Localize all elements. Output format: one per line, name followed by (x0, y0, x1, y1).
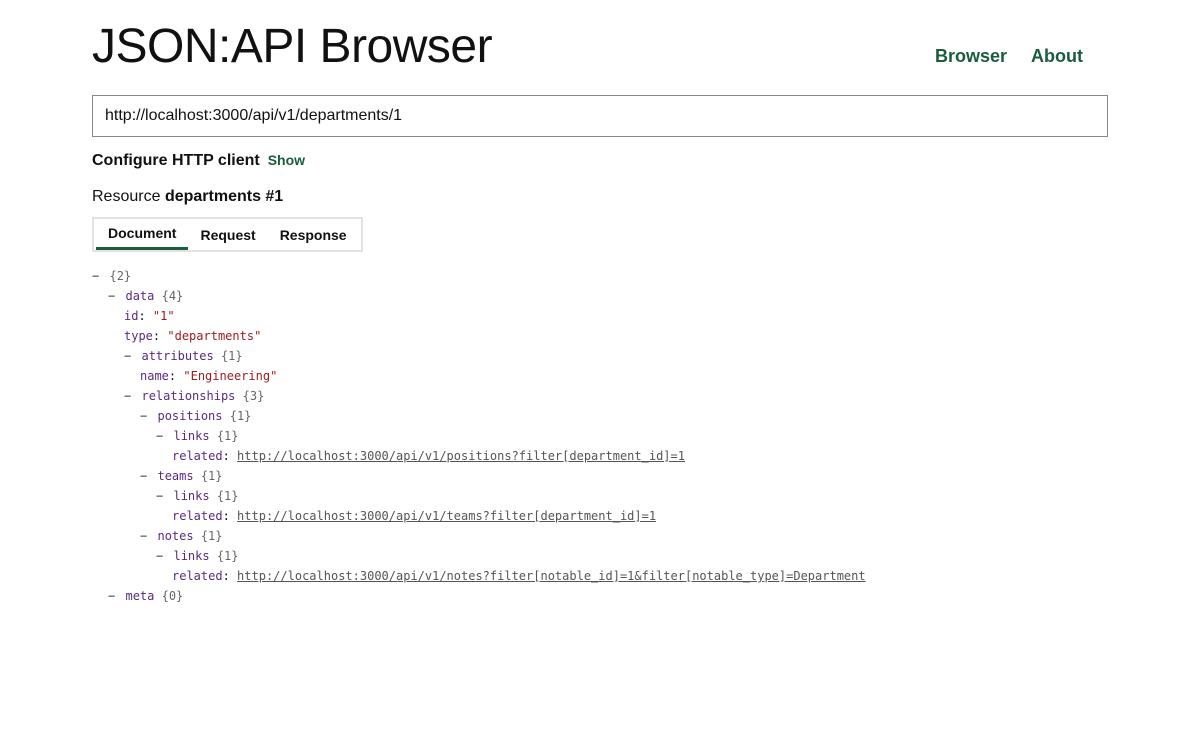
collapse-toggle[interactable]: − (156, 549, 163, 563)
tree-row: − meta {0} (92, 586, 866, 606)
tree-count: {1} (220, 349, 243, 363)
tree-count: {3} (242, 389, 265, 403)
app-title: JSON:API Browser (92, 20, 493, 73)
tree-row: − positions {1} (92, 406, 866, 426)
resource-heading: Resource departments #1 (92, 188, 283, 206)
tree-count: {1} (229, 409, 252, 423)
collapse-toggle[interactable]: − (108, 289, 115, 303)
tree-row: − links {1} (92, 486, 866, 506)
tree-value: "departments" (167, 329, 262, 343)
collapse-toggle[interactable]: − (140, 529, 147, 543)
tree-row: type: "departments" (124, 329, 262, 343)
tree-key: type (124, 329, 153, 343)
header: JSON:API Browser Browser About (92, 18, 1108, 78)
collapse-toggle[interactable]: − (124, 349, 131, 363)
tab-response[interactable]: Response (268, 219, 359, 250)
collapse-toggle[interactable]: − (108, 589, 115, 603)
tree-row: − notes {1} (92, 526, 866, 546)
tree-count: {2} (109, 269, 132, 283)
resource-prefix: Resource (92, 188, 161, 205)
tree-key: name (140, 369, 169, 383)
collapse-toggle[interactable]: − (140, 409, 147, 423)
tab-request[interactable]: Request (188, 219, 267, 250)
collapse-toggle[interactable]: − (156, 429, 163, 443)
collapse-toggle[interactable]: − (124, 389, 131, 403)
tree-key: data (125, 289, 155, 303)
tree-count: {1} (216, 489, 239, 503)
tab-document[interactable]: Document (96, 219, 189, 250)
tree-key: positions (157, 409, 223, 423)
tree-row: related: http://localhost:3000/api/v1/no… (172, 569, 866, 583)
configure-http-client-label: Configure HTTP client (92, 152, 260, 169)
url-input[interactable] (92, 95, 1108, 137)
collapse-toggle[interactable]: − (156, 489, 163, 503)
json-tree: − {2} − data {4} id: "1" type: "departme… (92, 266, 866, 606)
tree-key: notes (157, 529, 194, 543)
tree-row: name: "Engineering" (140, 369, 278, 383)
notes-related-link[interactable]: http://localhost:3000/api/v1/notes?filte… (237, 569, 866, 583)
tree-row: related: http://localhost:3000/api/v1/po… (172, 449, 685, 463)
tree-key: related (172, 509, 223, 523)
tree-key: attributes (141, 349, 214, 363)
tree-key: relationships (141, 389, 236, 403)
tree-count: {1} (216, 429, 239, 443)
tree-key: related (172, 449, 223, 463)
tree-key: id (124, 309, 139, 323)
collapse-toggle[interactable]: − (140, 469, 147, 483)
tree-key: links (173, 489, 210, 503)
tree-count: {1} (216, 549, 239, 563)
tree-key: links (173, 549, 210, 563)
collapse-toggle[interactable]: − (92, 269, 99, 283)
tree-count: {0} (161, 589, 184, 603)
tree-count: {1} (200, 529, 223, 543)
tree-count: {4} (161, 289, 184, 303)
configure-http-client: Configure HTTP client Show (92, 152, 305, 170)
tree-key: meta (125, 589, 155, 603)
tree-row: − {2} (92, 266, 866, 286)
nav-browser-link[interactable]: Browser (935, 46, 1007, 67)
tree-value: "1" (152, 309, 175, 323)
top-nav: Browser About (935, 46, 1083, 67)
teams-related-link[interactable]: http://localhost:3000/api/v1/teams?filte… (237, 509, 656, 523)
tree-row: − attributes {1} (92, 346, 866, 366)
tree-row: − relationships {3} (92, 386, 866, 406)
nav-about-link[interactable]: About (1031, 46, 1083, 67)
tree-row: related: http://localhost:3000/api/v1/te… (172, 509, 657, 523)
tree-row: − data {4} (92, 286, 866, 306)
tree-value: "Engineering" (183, 369, 278, 383)
configure-show-button[interactable]: Show (268, 152, 305, 168)
tree-row: − links {1} (92, 546, 866, 566)
tree-row: − links {1} (92, 426, 866, 446)
tree-count: {1} (200, 469, 223, 483)
tree-key: links (173, 429, 210, 443)
tree-row: − teams {1} (92, 466, 866, 486)
tree-key: teams (157, 469, 194, 483)
resource-name: departments #1 (164, 188, 284, 205)
tree-key: related (172, 569, 223, 583)
positions-related-link[interactable]: http://localhost:3000/api/v1/positions?f… (237, 449, 685, 463)
tree-row: id: "1" (124, 309, 175, 323)
view-tabs: Document Request Response (92, 217, 363, 252)
